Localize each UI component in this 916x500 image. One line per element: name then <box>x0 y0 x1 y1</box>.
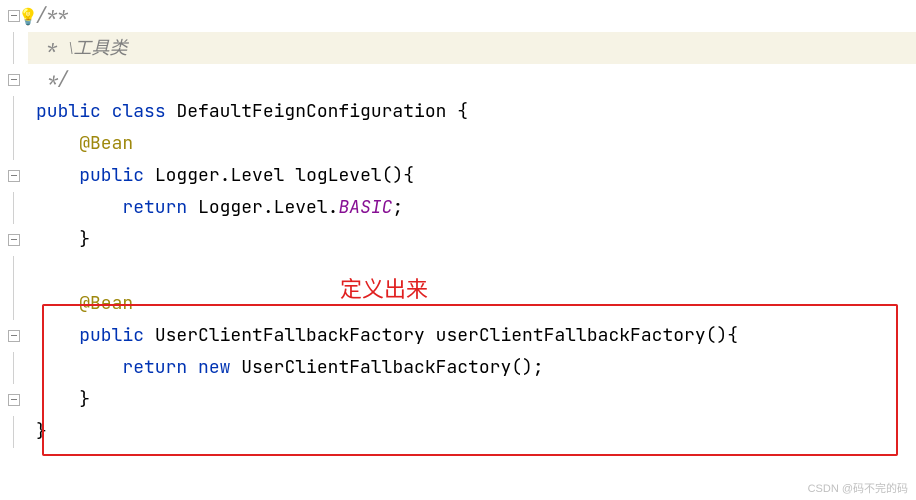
method-name: logLevel <box>295 164 381 187</box>
gutter-row <box>0 128 28 160</box>
gutter-row[interactable] <box>0 64 28 96</box>
code-line[interactable]: @Bean <box>28 288 916 320</box>
code-line[interactable]: /** <box>28 0 916 32</box>
keyword: return <box>122 196 187 219</box>
annotation: @Bean <box>79 132 133 155</box>
fold-icon[interactable] <box>8 74 20 86</box>
method-name: userClientFallbackFactory <box>436 324 706 347</box>
watermark-text: CSDN @码不完的码 <box>808 480 908 496</box>
code-line[interactable]: @Bean <box>28 128 916 160</box>
code-line[interactable]: public UserClientFallbackFactory userCli… <box>28 320 916 352</box>
type-name: UserClientFallbackFactory <box>155 324 425 347</box>
fold-icon[interactable] <box>8 394 20 406</box>
gutter-row <box>0 96 28 128</box>
type-name: UserClientFallbackFactory <box>241 356 511 379</box>
comment-text: /** <box>36 4 68 27</box>
keyword: return <box>122 356 187 379</box>
code-line[interactable]: return new UserClientFallbackFactory(); <box>28 352 916 384</box>
code-line[interactable]: return Logger.Level.BASIC; <box>28 192 916 224</box>
comment-prefix: * <box>36 37 68 60</box>
fold-icon[interactable] <box>8 234 20 246</box>
code-line[interactable]: } <box>28 384 916 416</box>
brace: } <box>79 228 90 251</box>
editor-gutter: 💡 <box>0 0 28 500</box>
code-line[interactable]: */ <box>28 64 916 96</box>
gutter-row[interactable]: 💡 <box>0 0 28 32</box>
gutter-row <box>0 256 28 288</box>
keyword: public <box>79 324 144 347</box>
keyword: new <box>198 356 230 379</box>
gutter-row <box>0 416 28 448</box>
fold-icon[interactable] <box>8 170 20 182</box>
code-line[interactable]: } <box>28 224 916 256</box>
code-line[interactable]: public Logger.Level logLevel(){ <box>28 160 916 192</box>
type-name: Level <box>230 164 284 187</box>
code-editor: 💡 /** * \工具类 */ public class DefaultFeig… <box>0 0 916 500</box>
code-line[interactable]: public class DefaultFeignConfiguration { <box>28 96 916 128</box>
gutter-row[interactable] <box>0 384 28 416</box>
gutter-row <box>0 288 28 320</box>
gutter-row <box>0 192 28 224</box>
gutter-row <box>0 32 28 64</box>
brace: } <box>79 388 90 411</box>
fold-icon[interactable] <box>8 330 20 342</box>
code-line[interactable]: } <box>28 416 916 448</box>
comment-text: \工具类 <box>68 38 127 58</box>
brace: } <box>36 420 47 443</box>
gutter-row[interactable] <box>0 320 28 352</box>
keyword: class <box>112 100 166 123</box>
type-name: Logger <box>155 164 220 187</box>
static-field: BASIC <box>338 196 392 219</box>
gutter-row[interactable] <box>0 224 28 256</box>
code-line[interactable] <box>28 256 916 288</box>
annotation: @Bean <box>79 292 133 315</box>
keyword: public <box>79 164 144 187</box>
comment-text: */ <box>36 68 68 91</box>
keyword: public <box>36 100 101 123</box>
gutter-row[interactable] <box>0 160 28 192</box>
class-name: DefaultFeignConfiguration <box>176 100 446 123</box>
type-name: Level <box>274 196 328 219</box>
type-name: Logger <box>198 196 263 219</box>
code-content[interactable]: /** * \工具类 */ public class DefaultFeignC… <box>28 0 916 500</box>
gutter-row <box>0 352 28 384</box>
code-line[interactable]: * \工具类 <box>28 32 916 64</box>
brace: { <box>446 100 468 123</box>
